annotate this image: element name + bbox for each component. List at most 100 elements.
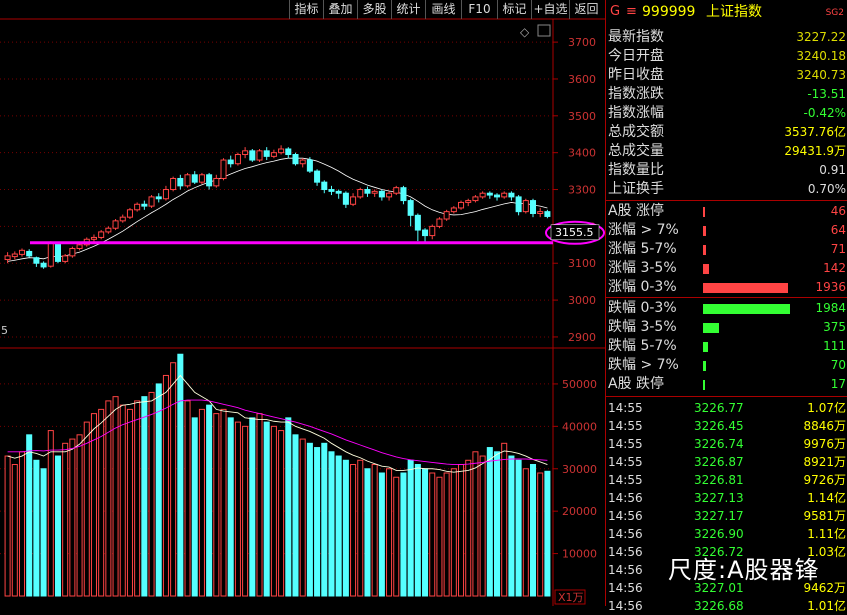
volume-bars[interactable] (4, 353, 551, 597)
volume-bar (529, 464, 537, 597)
breadth-row[interactable]: 涨幅 3-5% 142 (608, 259, 846, 278)
quote-row: 总成交量 29431.9万 (608, 142, 846, 161)
breadth-row[interactable]: 跌幅 3-5% 375 (608, 318, 846, 337)
volume-tick-label: 50000 (562, 378, 597, 391)
candle-body (450, 207, 457, 213)
volume-bar (54, 455, 61, 597)
volume-bar (18, 451, 26, 597)
volume-bar (378, 472, 385, 597)
volume-bar (299, 438, 306, 597)
candles[interactable] (4, 145, 551, 269)
tick-row: 14:56 3226.68 1.01亿 (608, 597, 846, 615)
breadth-count: 17 (830, 377, 846, 391)
toolbar-indicator-button[interactable]: 指标 (289, 0, 323, 19)
breadth-row[interactable]: 涨幅 5-7% 71 (608, 240, 846, 259)
volume-bar (335, 455, 342, 597)
quote-value: -13.51 (807, 87, 846, 101)
candle-body (335, 190, 342, 194)
candle-body (306, 159, 313, 172)
scroll-button[interactable] (537, 24, 551, 37)
g-label[interactable]: G (610, 0, 620, 24)
volume-bar (501, 442, 508, 597)
volume-bar (292, 434, 299, 597)
toolbar-overlay-button[interactable]: 叠加 (323, 0, 357, 19)
breadth-row[interactable]: 跌幅 5-7% 111 (608, 337, 846, 356)
toolbar-back-button[interactable]: 返回 (569, 0, 603, 19)
volume-bar (213, 413, 220, 597)
breadth-label: 跌幅 3-5% (608, 319, 677, 335)
volume-bar (458, 464, 465, 597)
tick-row: 14:56 3226.90 1.11亿 (608, 525, 846, 543)
volume-bar (407, 459, 414, 597)
quote-label: 指数涨幅 (608, 105, 664, 121)
tick-price: 3226.68 (694, 599, 744, 613)
volume-bar (342, 459, 349, 597)
left-label: 5 (1, 324, 8, 337)
breadth-bar (703, 323, 719, 333)
toolbar-add-watch-button[interactable]: +自选 (531, 0, 569, 19)
tick-time: 14:55 (608, 455, 643, 469)
breadth-label: 涨幅 5-7% (608, 241, 677, 257)
tick-price: 3227.13 (694, 491, 744, 505)
quote-value: 29431.9万 (784, 144, 846, 158)
tick-time: 14:55 (608, 473, 643, 487)
volume-bar (198, 408, 205, 597)
breadth-row[interactable]: 涨幅 0-3% 1936 (608, 278, 846, 297)
tick-price: 3226.45 (694, 419, 744, 433)
volume-bar (472, 451, 479, 597)
volume-bar (170, 362, 177, 597)
toolbar-mark-button[interactable]: 标记 (497, 0, 531, 19)
kline-chart[interactable]: 370036003500340033003200310030002900 315… (0, 0, 605, 606)
tick-row: 14:55 3226.87 8921万 (608, 453, 846, 471)
sg2-badge[interactable]: SG2 (826, 1, 844, 25)
candle-body (314, 170, 321, 183)
candle-body (436, 218, 443, 227)
toolbar-f10-button[interactable]: F10 (461, 0, 497, 19)
breadth-row[interactable]: 跌幅 0-3% 1984 (608, 299, 846, 318)
breadth-row[interactable]: 涨幅 > 7% 64 (608, 221, 846, 240)
volume-bar (263, 421, 270, 597)
candle-body (256, 150, 263, 161)
quote-row: 昨日收盘 3240.73 (608, 66, 846, 85)
volume-bar (234, 421, 241, 597)
volume-bar (314, 447, 321, 597)
tick-row: 14:56 3227.13 1.14亿 (608, 489, 846, 507)
toolbar-multi-stock-button[interactable]: 多股 (357, 0, 391, 19)
tick-volume: 8921万 (803, 455, 846, 469)
breadth-label: A股 跌停 (608, 376, 665, 392)
diamond-icon[interactable]: ◇ (520, 25, 530, 39)
volume-bar (479, 455, 486, 597)
breadth-row[interactable]: 跌幅 > 7% 70 (608, 356, 846, 375)
volume-bar (494, 451, 501, 597)
volume-bar (436, 476, 443, 597)
candle-body (105, 227, 112, 233)
price-grid (0, 41, 553, 338)
tick-volume: 1.01亿 (807, 599, 846, 613)
volume-tick-label: 30000 (562, 463, 597, 476)
toolbar-draw-button[interactable]: 画线 (425, 0, 461, 19)
tick-price: 3227.17 (694, 509, 744, 523)
volume-bar (515, 459, 522, 597)
menu-icon[interactable]: ≡ (626, 0, 637, 24)
tick-row: 14:55 3226.77 1.07亿 (608, 399, 846, 417)
quote-label: 昨日收盘 (608, 67, 664, 83)
volume-tick-label: 20000 (562, 505, 597, 518)
volume-bar (386, 468, 393, 597)
volume-bar (220, 408, 227, 597)
tick-volume: 9976万 (803, 437, 846, 451)
breadth-row[interactable]: A股 跌停 17 (608, 375, 846, 394)
volume-bar (112, 396, 119, 597)
candle-body (40, 262, 47, 268)
breadth-count: 64 (830, 223, 846, 237)
price-tick-label: 3500 (568, 110, 596, 123)
volume-bar (105, 400, 112, 597)
toolbar-stats-button[interactable]: 统计 (391, 0, 425, 19)
breadth-row[interactable]: A股 涨停 46 (608, 202, 846, 221)
volume-bar (26, 434, 33, 597)
candle-body (54, 243, 61, 262)
tick-price: 3226.81 (694, 473, 744, 487)
breadth-label: 涨幅 > 7% (608, 222, 679, 238)
candle-body (342, 192, 349, 205)
candle-body (371, 190, 378, 194)
breadth-label: 跌幅 0-3% (608, 300, 677, 316)
